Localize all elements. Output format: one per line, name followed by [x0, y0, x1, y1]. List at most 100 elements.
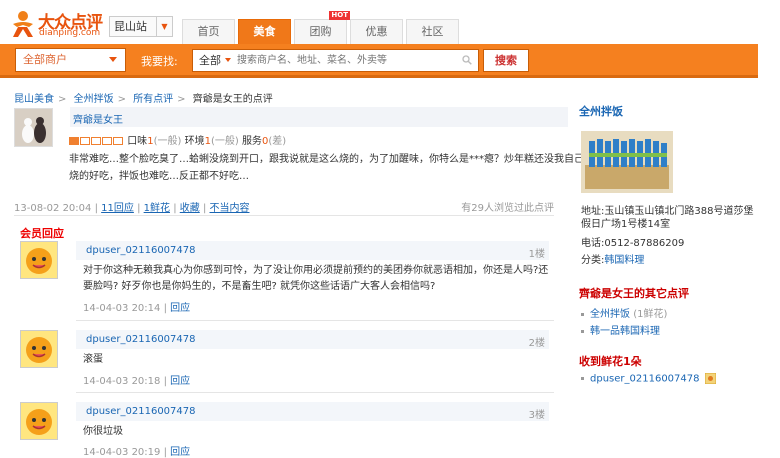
review-scores: 口味1(一般) 环境1(一般) 服务0(差) — [69, 132, 286, 147]
dianping-logo[interactable]: 大众点评 dianping.com — [10, 8, 103, 42]
other-review-link[interactable]: 全州拌饭 — [590, 309, 630, 320]
address-value: 玉山镇玉山镇北门路388号道莎堡假日广场1号楼14室 — [581, 206, 754, 230]
category-link[interactable]: 韩国料理 — [604, 255, 644, 266]
default-avatar-icon — [21, 242, 57, 278]
search-bar: 全部商户 我要找: 全部 搜索 — [0, 44, 758, 78]
tab-label: 首页 — [197, 25, 220, 38]
search-scope-select[interactable]: 全部 — [193, 50, 234, 71]
search-input[interactable] — [235, 50, 477, 71]
avatar-image — [15, 109, 52, 146]
shop-photo[interactable] — [581, 131, 673, 193]
action-divider: | — [202, 203, 207, 214]
search-box: 全部 — [192, 49, 479, 72]
tab-home[interactable]: 首页 — [182, 19, 235, 44]
reply-text: 你很垃圾 — [83, 426, 123, 437]
logo-subtitle: dianping.com — [39, 28, 101, 38]
other-review-link[interactable]: 韩一品韩国料理 — [590, 326, 660, 337]
phone-value: 0512-87886209 — [604, 238, 685, 249]
reply-button[interactable]: 回应 — [170, 303, 190, 314]
reply-text: 对于你这种无赖我真心为你感到可怜，为了没让你用必须提前预约的美团券你就恶语相加，… — [83, 265, 549, 292]
meta-divider: | — [163, 447, 167, 458]
address-label: 地址: — [581, 206, 605, 217]
scope-label: 全部 — [199, 54, 221, 67]
default-avatar-icon — [21, 331, 57, 367]
breadcrumb-link[interactable]: 昆山美食 — [14, 94, 54, 105]
tab-deals[interactable]: 优惠 — [350, 19, 403, 44]
shop-photo-image — [581, 131, 673, 193]
report-link[interactable]: 不当内容 — [210, 203, 250, 214]
star-rating — [69, 136, 127, 147]
default-avatar-icon — [21, 403, 57, 439]
search-button[interactable]: 搜索 — [483, 49, 529, 72]
reply-text: 滚蛋 — [83, 354, 103, 365]
breadcrumb-link[interactable]: 全州拌饭 — [74, 94, 114, 105]
sidebar: 全州拌饭 地址:玉山镇玉山镇北门路388号道莎堡假日广场1号楼14室 电话:05… — [579, 103, 759, 403]
member-replies-title: 会员回应 — [20, 227, 64, 240]
reply-date: 14-04-03 20:14 — [83, 303, 161, 314]
other-reviews-title: 齊爺是女王的其它点评 — [579, 287, 689, 300]
reply-button[interactable]: 回应 — [170, 447, 190, 458]
search-icon[interactable] — [462, 55, 472, 65]
reply-user[interactable]: dpuser_02116007478 — [86, 245, 196, 256]
category-label: 全部商户 — [23, 53, 67, 66]
flower-link[interactable]: 1鲜花 — [144, 203, 170, 214]
city-label: 昆山站 — [114, 20, 147, 33]
reply-meta: 14-04-03 20:18 | 回应 — [83, 372, 190, 387]
tab-label: 美食 — [253, 25, 276, 38]
meta-divider: | — [163, 376, 167, 387]
avatar[interactable] — [14, 108, 53, 147]
tab-label: 社区 — [421, 25, 444, 38]
favorite-link[interactable]: 收藏 — [180, 203, 200, 214]
shop-address: 地址:玉山镇玉山镇北门路388号道莎堡假日广场1号楼14室 — [581, 205, 761, 231]
flower-sender-link[interactable]: dpuser_02116007478 — [590, 374, 700, 385]
tab-community[interactable]: 社区 — [406, 19, 459, 44]
floor-number: 1楼 — [528, 249, 545, 260]
reply-user[interactable]: dpuser_02116007478 — [86, 334, 196, 345]
star-icon — [113, 137, 123, 145]
reply-item: dpuser_02116007478 3楼 你很垃圾 14-04-03 20:1… — [20, 402, 554, 458]
action-divider: | — [94, 203, 98, 214]
reply-count-link[interactable]: 11回应 — [101, 203, 134, 214]
city-switcher[interactable]: 昆山站 ▼ — [109, 16, 173, 37]
reply-meta: 14-04-03 20:14 | 回应 — [83, 299, 190, 314]
review-actions: 13-08-02 20:04 | 11回应 | 1鲜花 | 收藏 | 不当内容 … — [14, 199, 554, 214]
tab-groupbuy[interactable]: 团购 HOT — [294, 11, 350, 44]
star-icon — [69, 137, 79, 145]
chevron-down-icon: ▼ — [156, 17, 172, 36]
avatar[interactable] — [20, 241, 58, 279]
reply-user[interactable]: dpuser_02116007478 — [86, 406, 196, 417]
meta-divider: | — [163, 303, 167, 314]
flower-badge-icon — [704, 372, 717, 385]
score-note: (一般) — [210, 136, 239, 147]
shop-phone: 电话:0512-87886209 — [581, 237, 684, 250]
tab-label: 团购 — [309, 25, 332, 38]
search-label: 我要找: — [141, 55, 178, 68]
breadcrumb-link[interactable]: 所有点评 — [133, 94, 173, 105]
floor-number: 2楼 — [528, 338, 545, 349]
avatar[interactable] — [20, 330, 58, 368]
reply-item: dpuser_02116007478 1楼 对于你这种无赖我真心为你感到可怜，为… — [20, 241, 554, 321]
breadcrumb-separator: > — [117, 94, 126, 105]
hot-badge: HOT — [329, 11, 350, 20]
bullet-icon — [581, 377, 584, 380]
review-author[interactable]: 齊爺是女王 — [73, 111, 123, 126]
flowers-title: 收到鲜花1朵 — [579, 355, 642, 368]
avatar[interactable] — [20, 402, 58, 440]
tab-food[interactable]: 美食 — [238, 19, 291, 44]
breadcrumb: 昆山美食 > 全州拌饭 > 所有点评 > 齊爺是女王的点评 — [14, 90, 277, 105]
category-select[interactable]: 全部商户 — [15, 48, 126, 72]
floor-number: 3楼 — [528, 410, 545, 421]
shop-name[interactable]: 全州拌饭 — [579, 103, 759, 119]
score-label: 服务 — [241, 136, 262, 147]
reply-button[interactable]: 回应 — [170, 376, 190, 387]
review-card: 齊爺是女王 口味1(一般) 环境1(一般) 服务0(差) 非常难吃…整个脸吃臭了… — [14, 107, 584, 197]
page-edge — [758, 44, 780, 451]
other-review-note: (1鲜花) — [633, 309, 668, 320]
reply-header: dpuser_02116007478 3楼 — [76, 402, 549, 421]
breadcrumb-separator: > — [177, 94, 186, 105]
chevron-down-icon — [225, 58, 231, 62]
tab-label: 优惠 — [365, 25, 388, 38]
divider — [14, 215, 554, 216]
reply-header: dpuser_02116007478 1楼 — [76, 241, 549, 260]
shop-category: 分类:韩国料理 — [581, 254, 644, 267]
